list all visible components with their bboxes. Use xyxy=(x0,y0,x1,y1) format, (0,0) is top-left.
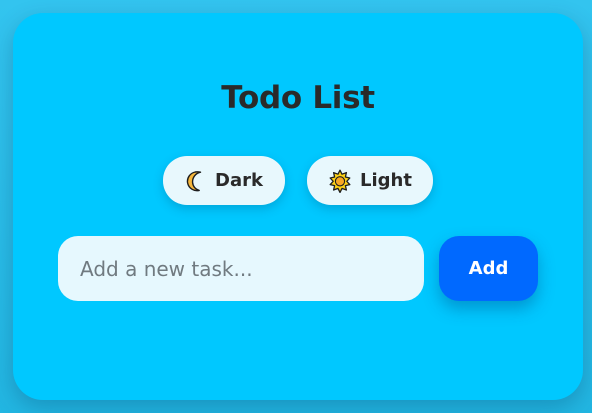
dark-theme-button[interactable]: Dark xyxy=(163,156,285,205)
light-theme-button[interactable]: Light xyxy=(307,156,433,205)
new-task-input[interactable] xyxy=(58,236,424,301)
crescent-moon-icon xyxy=(185,170,207,192)
light-theme-label: Light xyxy=(360,170,412,191)
page-title: Todo List xyxy=(221,80,375,116)
sun-icon xyxy=(328,169,352,193)
todo-card: Todo List Dark Light Add xyxy=(13,13,583,400)
dark-theme-label: Dark xyxy=(215,170,263,191)
add-task-button[interactable]: Add xyxy=(439,236,538,301)
